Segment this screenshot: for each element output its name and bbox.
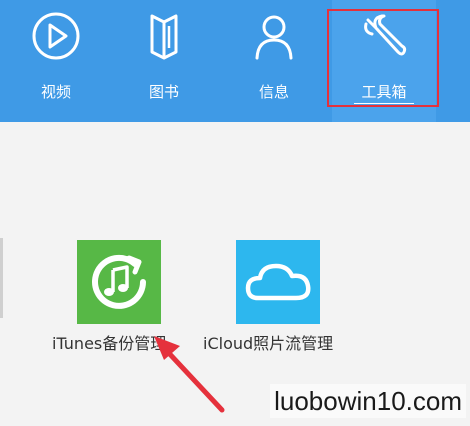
watermark: luobowin10.com xyxy=(270,384,466,418)
tab-books[interactable]: 图书 xyxy=(116,0,212,122)
video-play-icon xyxy=(32,12,80,60)
app-itunes-backup[interactable]: iTunes备份管理 xyxy=(50,238,190,358)
app-itunes-backup-label: iTunes备份管理 xyxy=(52,334,167,353)
tab-toolbox[interactable]: 工具箱 xyxy=(332,0,436,122)
tab-messages[interactable]: 信息 xyxy=(226,0,322,122)
tab-messages-label: 信息 xyxy=(258,83,289,101)
tab-video[interactable]: 视频 xyxy=(8,0,104,122)
tab-video-label: 视频 xyxy=(40,83,71,101)
tab-books-label: 图书 xyxy=(148,83,179,101)
itunes-backup-icon xyxy=(77,240,161,324)
window-edge xyxy=(0,238,3,318)
icloud-photo-stream-icon xyxy=(236,240,320,324)
book-icon xyxy=(150,14,178,60)
wrench-icon xyxy=(364,14,407,56)
active-tab-indicator xyxy=(354,103,414,104)
person-icon xyxy=(255,15,293,60)
top-toolbar: 视频 图书 信息 工具箱 xyxy=(0,0,470,122)
app-icloud-photo-stream-label: iCloud照片流管理 xyxy=(203,334,334,353)
app-icloud-photo-stream[interactable]: iCloud照片流管理 xyxy=(200,238,360,358)
tab-toolbox-label: 工具箱 xyxy=(361,83,407,101)
